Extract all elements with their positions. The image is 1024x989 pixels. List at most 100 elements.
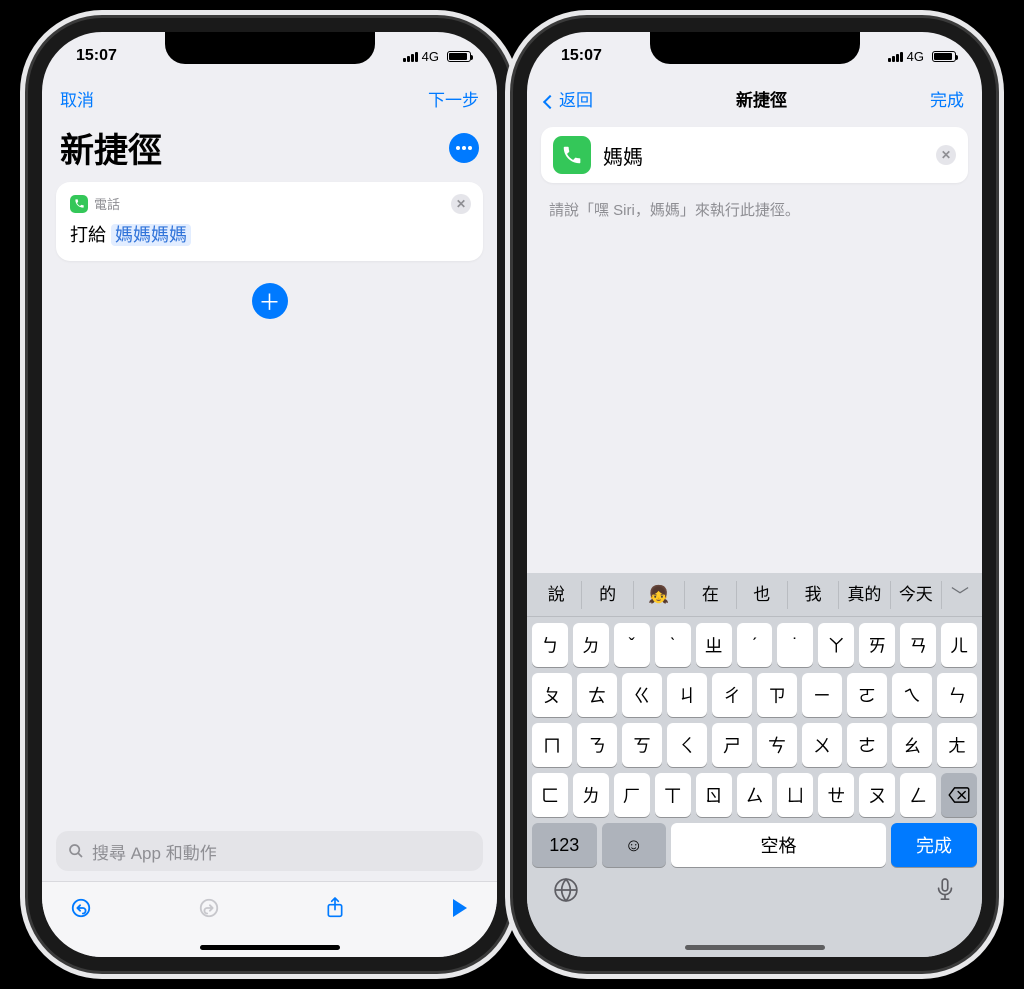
candidate[interactable]: 也	[737, 581, 788, 609]
search-icon	[68, 843, 84, 859]
done-button[interactable]: 完成	[930, 86, 964, 111]
globe-button[interactable]	[553, 877, 579, 909]
add-action-button[interactable]: ＋	[252, 283, 288, 319]
status-indicators: 4G	[888, 49, 956, 64]
key[interactable]: ˋ	[655, 623, 691, 667]
play-button[interactable]	[451, 898, 469, 924]
phone-left: 15:07 4G 取消 下一步 新捷徑 電話 ✕	[42, 32, 497, 957]
key[interactable]: ㄈ	[532, 773, 568, 817]
notch	[650, 32, 860, 64]
key[interactable]: ㄕ	[712, 723, 752, 767]
key[interactable]: ㄌ	[573, 773, 609, 817]
key[interactable]: ˇ	[614, 623, 650, 667]
key[interactable]: ㄊ	[577, 673, 617, 717]
candidate[interactable]: 說	[531, 581, 582, 609]
key[interactable]: ㄇ	[532, 723, 572, 767]
battery-icon	[447, 51, 471, 62]
notch	[165, 32, 375, 64]
candidate[interactable]: 👧	[634, 581, 685, 609]
key[interactable]: ㄐ	[667, 673, 707, 717]
undo-button[interactable]	[70, 897, 92, 925]
candidate[interactable]: 在	[685, 581, 736, 609]
key[interactable]: ㄙ	[737, 773, 773, 817]
key[interactable]: ㄠ	[892, 723, 932, 767]
key[interactable]: ㄡ	[859, 773, 895, 817]
cancel-button[interactable]: 取消	[60, 86, 94, 111]
signal-icon	[403, 51, 418, 62]
key[interactable]: ㄥ	[900, 773, 936, 817]
card-remove-button[interactable]: ✕	[451, 194, 471, 214]
key[interactable]: ㄣ	[937, 673, 977, 717]
key[interactable]: ㄔ	[712, 673, 752, 717]
key-123[interactable]: 123	[532, 823, 597, 867]
back-button[interactable]: 返回	[545, 86, 593, 111]
more-button[interactable]	[449, 133, 479, 163]
keyboard: 說的👧在也我真的今天﹀ ㄅㄉˇˋㄓˊ˙ㄚㄞㄢㄦㄆㄊㄍㄐㄔㄗㄧㄛㄟㄣㄇㄋㄎㄑㄕㄘㄨ…	[527, 573, 982, 957]
key[interactable]: ㄚ	[818, 623, 854, 667]
key[interactable]: ㄨ	[802, 723, 842, 767]
key[interactable]: ㄞ	[859, 623, 895, 667]
nav-bar: 取消 下一步	[42, 80, 497, 119]
search-input[interactable]: 搜尋 App 和動作	[56, 831, 483, 871]
name-input-row[interactable]: 媽媽 ✕	[541, 127, 968, 183]
key[interactable]: ㄏ	[614, 773, 650, 817]
key[interactable]: ㄉ	[573, 623, 609, 667]
phone-right: 15:07 4G 返回 新捷徑 完成 媽媽 ✕ 請說「嘿 Siri，媽媽」來執行…	[527, 32, 982, 957]
key-delete[interactable]	[941, 773, 977, 817]
key-emoji[interactable]: ☺	[602, 823, 667, 867]
key[interactable]: ㄋ	[577, 723, 617, 767]
key[interactable]: ㄍ	[622, 673, 662, 717]
siri-hint-text: 請說「嘿 Siri，媽媽」來執行此捷徑。	[549, 199, 960, 220]
key[interactable]: ㄧ	[802, 673, 842, 717]
candidate[interactable]: 真的	[839, 581, 890, 609]
key[interactable]: ㄖ	[696, 773, 732, 817]
share-button[interactable]	[325, 896, 345, 926]
key[interactable]: ㄢ	[900, 623, 936, 667]
action-card[interactable]: 電話 ✕ 打給 媽媽媽媽	[56, 182, 483, 261]
home-indicator[interactable]	[200, 945, 340, 950]
home-indicator[interactable]	[685, 945, 825, 950]
expand-candidates-button[interactable]: ﹀	[942, 582, 978, 608]
key[interactable]: ㄆ	[532, 673, 572, 717]
key[interactable]: ㄟ	[892, 673, 932, 717]
key[interactable]: ㄅ	[532, 623, 568, 667]
card-app-label: 電話	[94, 194, 120, 213]
card-body: 打給 媽媽媽媽	[70, 221, 469, 247]
search-placeholder: 搜尋 App 和動作	[92, 839, 217, 864]
clear-text-button[interactable]: ✕	[936, 145, 956, 165]
shortcut-name-field[interactable]: 媽媽	[603, 141, 924, 170]
key[interactable]: ㄦ	[941, 623, 977, 667]
candidate[interactable]: 今天	[891, 581, 942, 609]
battery-icon	[932, 51, 956, 62]
nav-bar: 返回 新捷徑 完成	[527, 80, 982, 119]
phone-app-icon	[70, 195, 88, 213]
key-space[interactable]: 空格	[671, 823, 886, 867]
candidate-bar: 說的👧在也我真的今天﹀	[527, 573, 982, 617]
key-done[interactable]: 完成	[891, 823, 977, 867]
key[interactable]: ㄜ	[847, 723, 887, 767]
key[interactable]: ㄎ	[622, 723, 662, 767]
page-title: 新捷徑	[60, 123, 162, 172]
candidate[interactable]: 的	[582, 581, 633, 609]
key[interactable]: ㄩ	[777, 773, 813, 817]
next-button[interactable]: 下一步	[428, 86, 479, 111]
key[interactable]: ㄝ	[818, 773, 854, 817]
contact-token[interactable]: 媽媽媽媽	[111, 224, 191, 246]
candidate[interactable]: 我	[788, 581, 839, 609]
key[interactable]: ˙	[777, 623, 813, 667]
signal-icon	[888, 51, 903, 62]
chevron-left-icon	[543, 95, 557, 109]
key[interactable]: ㄤ	[937, 723, 977, 767]
key[interactable]: ㄗ	[757, 673, 797, 717]
key[interactable]: ㄘ	[757, 723, 797, 767]
key[interactable]: ˊ	[737, 623, 773, 667]
keyboard-bottom-bar	[527, 867, 982, 909]
key[interactable]: ㄒ	[655, 773, 691, 817]
shortcut-icon[interactable]	[553, 136, 591, 174]
key[interactable]: ㄛ	[847, 673, 887, 717]
redo-button[interactable]	[198, 897, 220, 925]
dictation-button[interactable]	[934, 877, 956, 909]
status-indicators: 4G	[403, 49, 471, 64]
key[interactable]: ㄓ	[696, 623, 732, 667]
key[interactable]: ㄑ	[667, 723, 707, 767]
